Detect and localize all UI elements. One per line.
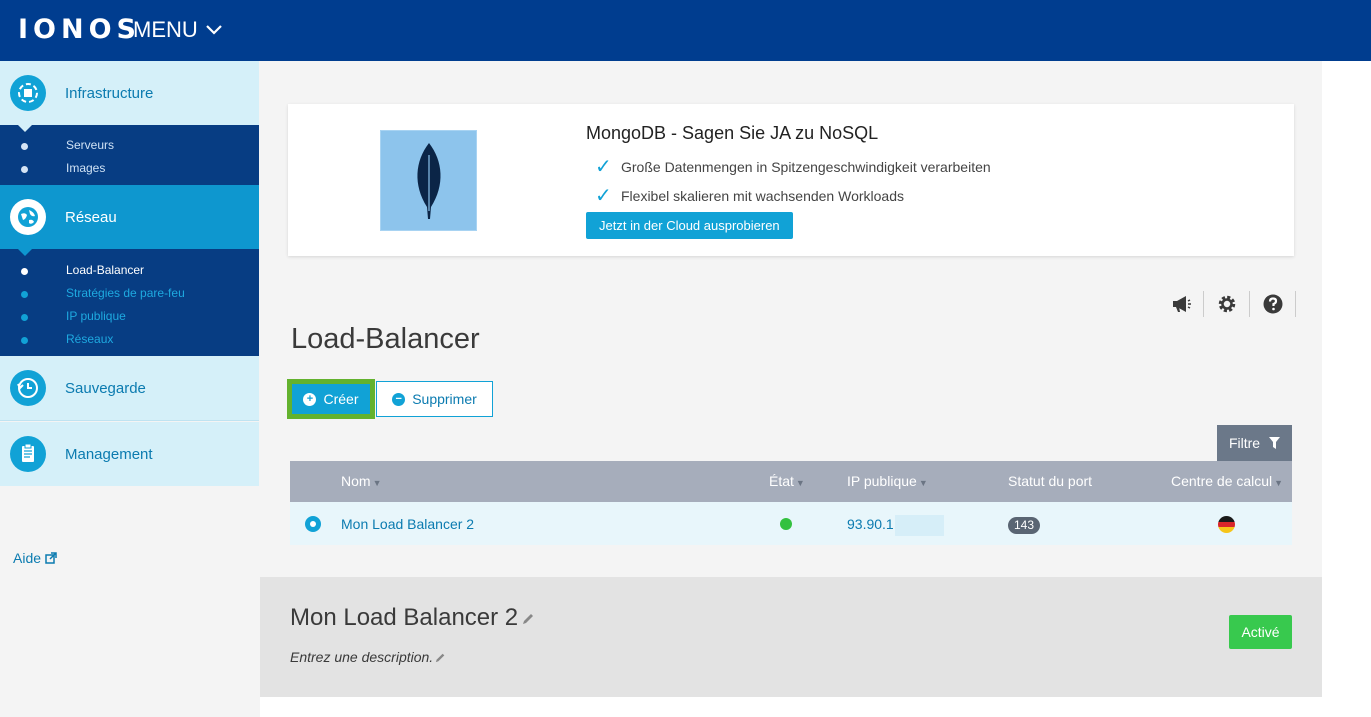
- main-content: MongoDB - Sagen Sie JA zu NoSQL ✓ Große …: [260, 61, 1322, 717]
- detail-title-text: Mon Load Balancer 2: [290, 604, 519, 631]
- checkmark-icon: ✓: [595, 185, 612, 207]
- try-in-cloud-button[interactable]: Jetzt in der Cloud ausprobieren: [586, 212, 793, 239]
- sidebar-label-infrastructure: Infrastructure: [65, 84, 154, 102]
- sort-caret-icon: ▼: [795, 478, 805, 488]
- sort-caret-icon: ▼: [918, 478, 928, 488]
- detail-content-area: [260, 697, 1322, 717]
- help-link[interactable]: Aide: [13, 550, 57, 566]
- sidebar-label-sauvegarde: Sauvegarde: [65, 379, 146, 397]
- external-link-icon: [45, 552, 57, 564]
- delete-button[interactable]: − Supprimer: [376, 381, 493, 417]
- germany-flag-icon: [1218, 516, 1235, 533]
- sidebar-label-management: Management: [65, 445, 153, 463]
- table-row[interactable]: Mon Load Balancer 2 93.90.1 143: [290, 502, 1292, 545]
- sidebar: Infrastructure Serveurs Images Réseau Lo…: [0, 61, 259, 717]
- description-placeholder: Entrez une description.: [290, 649, 434, 665]
- sort-caret-icon: ▼: [1274, 478, 1284, 488]
- main-menu-button[interactable]: MENU: [133, 17, 224, 43]
- top-bar: IONOS MENU: [0, 0, 1371, 61]
- port-badge: 143: [1008, 517, 1041, 534]
- filter-button-label: Filtre: [1228, 435, 1261, 451]
- sort-caret-icon: ▼: [372, 478, 382, 488]
- help-link-label: Aide: [13, 550, 42, 566]
- status-active-indicator: [780, 518, 792, 530]
- help-button[interactable]: [1250, 291, 1296, 317]
- infrastructure-submenu: Serveurs Images: [0, 125, 259, 185]
- detail-title: Mon Load Balancer 2: [290, 604, 535, 632]
- table-header: Nom ▼ État ▼ IP publique ▼ Statut du port C…: [290, 461, 1292, 502]
- column-header-datacenter[interactable]: Centre de calcul ▼: [1171, 473, 1283, 489]
- backup-clock-icon: [10, 370, 46, 406]
- column-header-name[interactable]: Nom ▼: [341, 473, 381, 489]
- row-name-link[interactable]: Mon Load Balancer 2: [341, 516, 474, 532]
- delete-button-label: Supprimer: [412, 391, 477, 407]
- column-header-public-ip[interactable]: IP publique ▼: [847, 473, 928, 489]
- sidebar-item-load-balancer[interactable]: Load-Balancer: [66, 263, 144, 277]
- sidebar-item-public-ip[interactable]: IP publique: [66, 309, 126, 323]
- column-header-state[interactable]: État ▼: [769, 473, 805, 489]
- status-badge: Activé: [1229, 615, 1292, 649]
- sidebar-section-management[interactable]: Management: [0, 422, 259, 486]
- right-margin: [1322, 61, 1371, 717]
- sidebar-section-reseau[interactable]: Réseau: [0, 185, 259, 249]
- chevron-down-icon: [206, 25, 222, 35]
- globe-icon: [10, 199, 46, 235]
- ionos-logo[interactable]: IONOS: [18, 14, 141, 45]
- promo-title: MongoDB - Sagen Sie JA zu NoSQL: [586, 123, 879, 143]
- sidebar-item-serveurs[interactable]: Serveurs: [66, 138, 114, 152]
- funnel-icon: [1269, 437, 1281, 449]
- row-public-ip[interactable]: 93.90.1: [847, 516, 894, 532]
- mongodb-leaf-icon: [416, 142, 441, 219]
- checkmark-icon: ✓: [595, 156, 612, 178]
- promo-bullet: ✓ Flexibel skalieren mit wachsenden Work…: [595, 183, 904, 208]
- row-select-radio[interactable]: [305, 516, 321, 532]
- sidebar-section-sauvegarde[interactable]: Sauvegarde: [0, 356, 259, 421]
- gear-icon: [1218, 295, 1235, 313]
- infrastructure-icon: [10, 75, 46, 111]
- plus-circle-icon: +: [303, 392, 317, 406]
- promo-banner: MongoDB - Sagen Sie JA zu NoSQL ✓ Große …: [288, 104, 1294, 256]
- menu-label: MENU: [133, 17, 198, 42]
- sidebar-item-images[interactable]: Images: [66, 161, 105, 175]
- ip-redaction: [895, 515, 944, 536]
- sidebar-item-firewall-policies[interactable]: Stratégies de pare-feu: [66, 286, 185, 300]
- page-toolbar: [1158, 291, 1296, 317]
- detail-panel: Mon Load Balancer 2 Entrez une descripti…: [260, 577, 1322, 697]
- help-icon: [1263, 294, 1282, 314]
- column-header-port-status: Statut du port: [1008, 473, 1093, 489]
- description-field[interactable]: Entrez une description.: [290, 649, 446, 665]
- settings-button[interactable]: [1204, 291, 1250, 317]
- mongodb-leaf-image: [380, 130, 477, 231]
- edit-pencil-icon[interactable]: [522, 612, 535, 625]
- page-title: Load-Balancer: [291, 323, 480, 355]
- sidebar-section-infrastructure[interactable]: Infrastructure: [0, 61, 259, 125]
- filter-button[interactable]: Filtre: [1217, 425, 1292, 461]
- sidebar-item-networks[interactable]: Réseaux: [66, 332, 113, 346]
- edit-pencil-icon: [436, 653, 445, 662]
- clipboard-icon: [10, 436, 46, 472]
- minus-circle-icon: −: [392, 392, 406, 406]
- reseau-submenu: Load-Balancer Stratégies de pare-feu IP …: [0, 249, 259, 356]
- announcements-button[interactable]: [1158, 291, 1204, 317]
- create-button-label: Créer: [323, 391, 359, 407]
- promo-bullet: ✓ Große Datenmengen in Spitzengeschwindi…: [595, 154, 991, 179]
- sidebar-label-reseau: Réseau: [65, 208, 117, 226]
- create-button[interactable]: + Créer: [287, 379, 375, 419]
- promo-bullet-text: Flexibel skalieren mit wachsenden Worklo…: [621, 187, 904, 204]
- promo-bullet-text: Große Datenmengen in Spitzengeschwindigk…: [621, 158, 991, 175]
- megaphone-icon: [1172, 296, 1191, 312]
